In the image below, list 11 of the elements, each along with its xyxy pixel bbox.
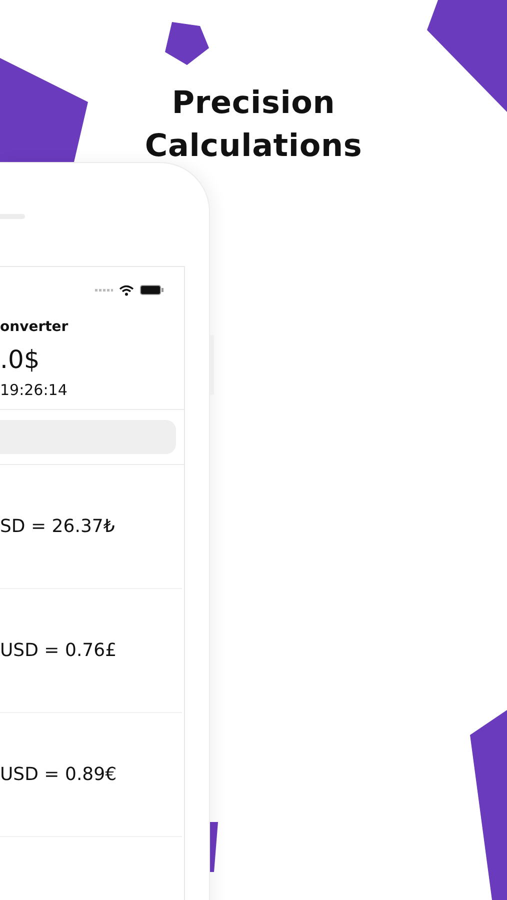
rate-text: USD = 0.89€ — [0, 764, 117, 785]
rate-text: SD = 26.37₺ — [0, 516, 115, 537]
app-title: onverter — [0, 318, 70, 337]
signal-icon — [95, 288, 113, 292]
wifi-icon — [119, 284, 134, 296]
update-time: 19:26:14 — [0, 380, 68, 401]
headline: Calculations — [144, 127, 362, 166]
headline: Precision — [172, 84, 336, 123]
rate-text: USD = 0.76£ — [0, 640, 117, 661]
battery-icon — [140, 285, 164, 295]
amount-text: .0$ — [0, 344, 41, 376]
